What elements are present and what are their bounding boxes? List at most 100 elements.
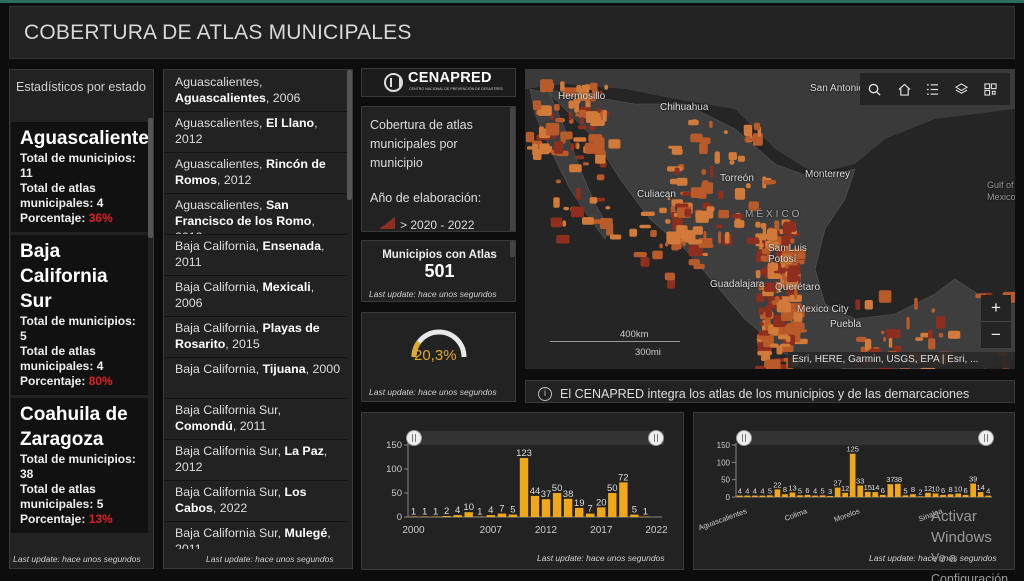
- zoom-in-button[interactable]: +: [981, 295, 1011, 322]
- bar[interactable]: [782, 494, 788, 497]
- municipality-patch: [788, 265, 801, 275]
- bar[interactable]: [834, 487, 841, 497]
- bar[interactable]: [895, 483, 901, 497]
- bar[interactable]: [910, 494, 916, 497]
- bar[interactable]: [597, 507, 606, 517]
- bar-value-label: 1: [422, 507, 427, 518]
- bar[interactable]: [925, 492, 931, 497]
- search-icon[interactable]: [868, 83, 881, 96]
- bar[interactable]: [619, 482, 628, 517]
- map-view[interactable]: Hermosillo Chihuahua San Antonio Culiacan To…: [525, 69, 1015, 369]
- bar[interactable]: [736, 495, 743, 497]
- qr-icon[interactable]: [984, 83, 997, 96]
- scale-line: [550, 341, 680, 342]
- watermark-line2: Ve a Configuración: [931, 551, 1009, 581]
- municipio-list-item[interactable]: Aguascalientes, Rincón de Romos, 2012: [165, 153, 347, 194]
- municipality-patch: [718, 231, 722, 244]
- municipio-list-item[interactable]: Baja California Sur, Comondú, 2011: [165, 399, 347, 440]
- bar[interactable]: [917, 496, 924, 497]
- bar[interactable]: [797, 495, 803, 497]
- bar[interactable]: [872, 492, 879, 497]
- bar[interactable]: [977, 492, 984, 497]
- y-tick-label: 100: [386, 464, 402, 475]
- municipio-list-item[interactable]: Baja California, Ensenada, 2011: [165, 235, 347, 276]
- bar[interactable]: [575, 507, 584, 517]
- municipio-list-item[interactable]: Baja California, Playas de Rosarito, 201…: [165, 317, 347, 358]
- municipio-list-item[interactable]: Baja California, Tijuana, 2000: [165, 358, 347, 399]
- zoom-out-button[interactable]: −: [981, 321, 1011, 348]
- layers-icon[interactable]: [955, 83, 968, 96]
- municipality-patch: [584, 142, 595, 154]
- stats-list[interactable]: Aguascalientes Total de municipios: 11 Tota…: [11, 122, 148, 550]
- bar[interactable]: [744, 495, 751, 497]
- municipality-patch: [554, 104, 560, 111]
- municipio-list-item[interactable]: Baja California Sur, Los Cabos, 2022: [165, 481, 347, 522]
- bar[interactable]: [774, 489, 781, 497]
- municipality-patch: [540, 79, 554, 93]
- stat-card[interactable]: Aguascalientes Total de municipios: 11 Tota…: [11, 122, 148, 232]
- municipality-patch: [936, 316, 946, 329]
- logo-subtitle: CENTRO NACIONAL DE PREVENCIÓN DE DESASTR…: [409, 87, 503, 91]
- municipality-patch: [553, 197, 560, 208]
- bar[interactable]: [887, 484, 894, 497]
- municipio-list-item[interactable]: Baja California Sur, Mulegé, 2011: [165, 522, 347, 549]
- scale-km: 400km: [620, 329, 649, 340]
- bar[interactable]: [827, 496, 833, 497]
- municipio-scrollbar[interactable]: [347, 70, 352, 200]
- municipio-list-item[interactable]: Aguascalientes, San Francisco de los Rom…: [165, 194, 347, 235]
- map-attribution[interactable]: Esri, HERE, Garmin, USGS, EPA | Esri, ..…: [788, 352, 1015, 368]
- bar[interactable]: [552, 493, 562, 517]
- bar[interactable]: [842, 492, 848, 497]
- item-municipio: Mulegé: [284, 526, 328, 540]
- municipio-list[interactable]: Aguascalientes, Aguascalientes, 2006 Agua…: [165, 71, 347, 549]
- bar[interactable]: [932, 493, 939, 498]
- stat-card[interactable]: Baja California Sur Total de municipios: 5…: [11, 235, 148, 395]
- bar[interactable]: [819, 495, 826, 497]
- stats-scrollbar[interactable]: [148, 118, 153, 238]
- indicator-scrollbar[interactable]: [510, 241, 515, 257]
- bar[interactable]: [752, 495, 758, 497]
- municipality-patch: [760, 268, 766, 275]
- bar[interactable]: [864, 491, 871, 497]
- stats-panel-title: Estadísticos por estado: [16, 80, 146, 94]
- bar[interactable]: [608, 493, 617, 517]
- municipio-list-item[interactable]: Baja California Sur, La Paz, 2012: [165, 440, 347, 481]
- municipio-last-update: Last update: hace unos segundos: [206, 554, 334, 564]
- bar[interactable]: [767, 495, 773, 497]
- bar[interactable]: [804, 494, 811, 497]
- bar[interactable]: [857, 485, 864, 497]
- municipio-list-item[interactable]: Aguascalientes, Aguascalientes, 2006: [165, 71, 347, 112]
- list-icon[interactable]: [926, 83, 939, 96]
- bar[interactable]: [812, 495, 818, 497]
- bar[interactable]: [759, 495, 766, 497]
- bar[interactable]: [789, 492, 796, 498]
- bar[interactable]: [849, 453, 856, 497]
- item-estado: Baja California Sur,: [175, 444, 282, 458]
- municipality-patch: [702, 252, 709, 256]
- bar[interactable]: [880, 494, 886, 497]
- map-city-label: San Antonio: [810, 83, 864, 94]
- legend-scrollbar[interactable]: [510, 107, 515, 231]
- stat-card[interactable]: Coahuila de Zaragoza Total de municipios:…: [11, 398, 148, 533]
- bar[interactable]: [940, 494, 946, 497]
- bar[interactable]: [530, 495, 540, 517]
- item-estado: Baja California Sur,: [175, 485, 282, 499]
- bar[interactable]: [902, 495, 909, 497]
- map-city-label: Hermosillo: [558, 91, 606, 102]
- municipality-patch: [684, 208, 692, 217]
- bar[interactable]: [955, 493, 961, 498]
- municipality-patch: [920, 332, 929, 338]
- bar[interactable]: [985, 495, 992, 497]
- stat-label: Total de atlas municipales:: [20, 344, 96, 373]
- bar[interactable]: [519, 458, 529, 517]
- municipality-patch: [782, 223, 792, 235]
- bar[interactable]: [541, 499, 551, 517]
- bar[interactable]: [947, 494, 954, 497]
- bar[interactable]: [962, 494, 969, 497]
- bar[interactable]: [563, 498, 573, 517]
- municipio-list-item[interactable]: Aguascalientes, El Llano, 2012: [165, 112, 347, 153]
- bar[interactable]: [970, 483, 976, 498]
- stat-total-municipios: Total de municipios:: [20, 151, 142, 166]
- municipio-list-item[interactable]: Baja California, Mexicali, 2006: [165, 276, 347, 317]
- home-icon[interactable]: [898, 83, 911, 96]
